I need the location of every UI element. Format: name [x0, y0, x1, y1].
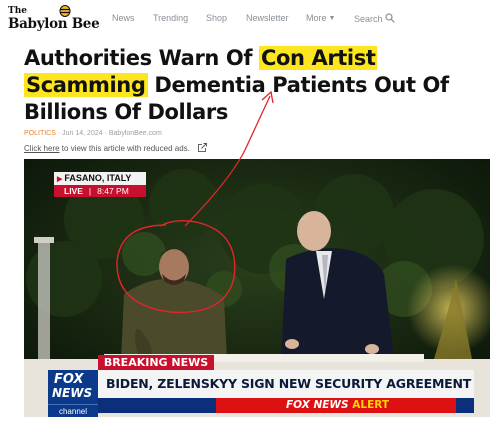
article-meta: POLITICS · Jun 14, 2024 · BabylonBee.com	[24, 130, 162, 137]
nav-news[interactable]: News	[112, 13, 135, 23]
nav-shop[interactable]: Shop	[206, 13, 227, 23]
nav-search-label: Search	[354, 14, 383, 24]
nav-search[interactable]: Search	[354, 13, 395, 24]
article-date: Jun 14, 2024	[62, 130, 103, 137]
live-badge: LIVE | 8:47 PM	[54, 185, 146, 197]
live-time: 8:47 PM	[97, 186, 129, 196]
article-headline: Authorities Warn Of Con Artist Scamming D…	[24, 45, 494, 126]
news-video-frame[interactable]: ▶ FASANO, ITALY LIVE | 8:47 PM BREAKING NEW…	[24, 159, 490, 417]
reduced-ads-link[interactable]: Click here	[24, 144, 60, 153]
article-category[interactable]: POLITICS	[24, 130, 56, 137]
logo-small-text: The	[8, 6, 27, 16]
breaking-news-label: BREAKING NEWS	[98, 355, 214, 370]
news-logo-text: NEWS	[52, 386, 93, 400]
news-ticker: BIDEN, ZELENSKYY SIGN NEW SECURITY AGREE…	[98, 370, 474, 398]
headline-text-1: Authorities Warn Of	[24, 46, 259, 70]
live-separator: |	[88, 186, 92, 196]
location-label: ▶ FASANO, ITALY	[54, 172, 146, 185]
chevron-down-icon: ▼	[328, 15, 336, 22]
alert-bar: FOX NEWS ALERT	[98, 398, 474, 413]
fox-logo-text: FOX	[54, 372, 84, 387]
article-source: BabylonBee.com	[108, 130, 162, 137]
nav-more[interactable]: More ▼	[306, 13, 335, 23]
nav-more-label: More	[306, 13, 327, 23]
site-logo[interactable]: The Babylon Bee	[8, 4, 100, 34]
nav-newsletter[interactable]: Newsletter	[246, 13, 289, 23]
external-link-icon[interactable]	[198, 143, 208, 152]
headline-highlight-1: Con Artist	[258, 46, 378, 70]
channel-logo-text: channel	[48, 404, 98, 417]
top-nav: The Babylon Bee News Trending Shop Newsl…	[0, 0, 500, 38]
reduced-ads-notice: Click here to view this article with red…	[24, 143, 208, 153]
logo-text: Babylon Bee	[8, 16, 100, 32]
play-triangle-icon: ▶	[57, 176, 63, 183]
alert-word: ALERT	[352, 399, 390, 411]
location-tag: ▶ FASANO, ITALY LIVE | 8:47 PM	[54, 172, 146, 198]
alert-brand: FOX NEWS	[286, 399, 349, 411]
nav-trending[interactable]: Trending	[153, 13, 188, 23]
search-icon	[384, 13, 395, 23]
live-text: LIVE	[64, 186, 83, 196]
fox-news-logo: FOX NEWS channel	[48, 370, 98, 417]
reduced-ads-text: to view this article with reduced ads.	[59, 144, 190, 153]
location-text: FASANO, ITALY	[64, 173, 132, 183]
fox-news-alert: FOX NEWS ALERT	[216, 398, 456, 413]
headline-highlight-2: Scamming	[24, 73, 148, 97]
